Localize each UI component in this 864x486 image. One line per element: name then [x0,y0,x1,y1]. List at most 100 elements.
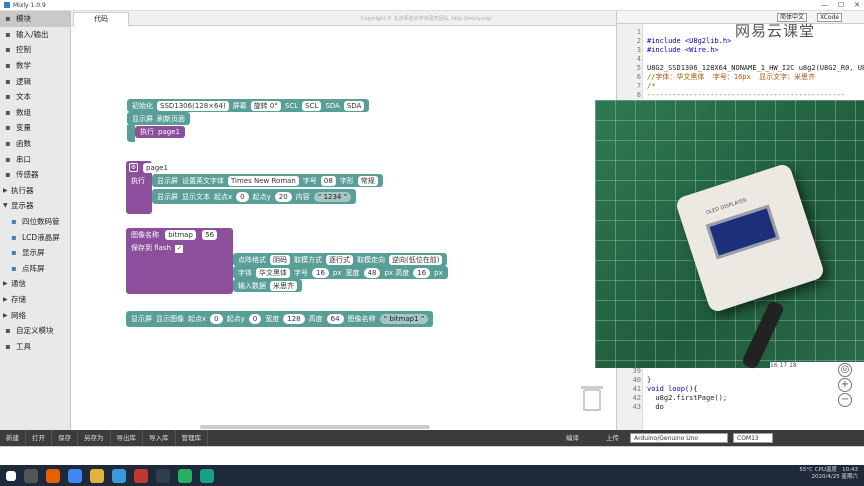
oled-init-block[interactable]: 初始化 SSD1306(128×64) 屏幕 旋转 0° SCL SCL SDA… [127,99,370,112]
input-data-row[interactable]: 输入数据 米思齐 [233,279,302,292]
code-line[interactable]: 8 ---------------------------------------… [617,91,864,100]
trash-icon[interactable] [581,386,603,411]
x-input[interactable]: 0 [236,191,249,202]
font-dropdown[interactable]: 华文黑体 [256,267,290,278]
save-flash-checkbox[interactable]: ✓ [175,245,184,253]
toolbar-button-6[interactable]: 管理库 [176,430,208,446]
video-icon[interactable] [134,468,148,483]
sidebar-item-0[interactable]: ▪ 模块 [0,11,70,27]
tab-code[interactable]: 代码 [73,12,129,26]
height-input[interactable]: 16 [413,267,431,278]
model-dropdown[interactable]: SSD1306(128×64) [157,100,229,111]
folder-icon[interactable] [90,468,104,483]
sidebar-item-6[interactable]: ▪ 数组 [0,105,70,121]
camtasia-icon[interactable] [178,468,192,483]
show-text-block[interactable]: 显示屏 显示文本 起点x 0 起点y 20 内容 “ 1234 ” [152,189,357,204]
sidebar-item-5[interactable]: ▪ 文本 [0,89,70,105]
width-input[interactable]: 128 [283,314,305,324]
code-line[interactable]: 43 do [617,403,864,412]
workspace-scrollbar[interactable] [200,425,430,429]
ide-select[interactable]: XCode [817,13,843,22]
sidebar-item-4[interactable]: ▪ 逻辑 [0,73,70,89]
toolbar-button-1[interactable]: 打开 [26,430,52,446]
code-line[interactable]: 4 [617,55,864,64]
zoom-out-icon[interactable]: − [838,393,852,407]
expand-arrow-icon[interactable]: ▶ [3,280,11,287]
y-input[interactable]: 20 [274,191,292,202]
sidebar-item-20[interactable]: ▪ 自定义模块 [0,323,70,339]
chrome-icon[interactable] [68,468,82,483]
code-line[interactable]: 3 #include <Wire.h> [617,46,864,55]
bitmap-define-block[interactable]: 图像名称 bitmap 56 保存到 flash ✓ [126,228,233,294]
zoom-reset-icon[interactable]: ◎ [838,363,852,377]
mode-dropdown[interactable]: 逐行式 [326,254,353,265]
upload-button[interactable]: 上传 [600,430,625,446]
toolbar-button-5[interactable]: 导入库 [143,430,176,446]
arduino-icon[interactable] [200,468,214,483]
scl-dropdown[interactable]: SCL [302,100,322,111]
height-input[interactable]: 64 [326,314,344,324]
rotate-dropdown[interactable]: 旋转 0° [250,100,281,111]
size-dropdown[interactable]: 08 [320,175,336,186]
sidebar-item-7[interactable]: ▪ 变量 [0,120,70,136]
width-input[interactable]: 48 [363,267,381,278]
refresh-page-block[interactable]: 显示屏 刷新页面 [127,112,190,125]
code-line[interactable]: 6 //字体：华文黑体 字号：16px 显示文字：米思齐 [617,73,864,82]
set-font-block[interactable]: 显示屏 设置英文字体 Times New Roman 字号 08 字形 常规 [152,174,383,187]
format-dropdown[interactable]: 阴码 [270,254,290,265]
sidebar-item-8[interactable]: ▪ 函数 [0,136,70,152]
code-line[interactable]: 41 void loop(){ [617,385,864,394]
sidebar-item-16[interactable]: ▪ 点阵屏 [0,261,70,277]
expand-arrow-icon[interactable]: ▶ [3,312,11,319]
toolbar-button-4[interactable]: 导出库 [111,430,143,446]
sidebar-item-14[interactable]: ▪ LCD液晶屏 [0,229,70,245]
sidebar-item-18[interactable]: ▶ 存储 [0,292,70,308]
windows-start-icon[interactable] [6,470,16,481]
minimize-button[interactable]: — [821,1,828,9]
style-dropdown[interactable]: 常规 [357,175,378,186]
port-select[interactable]: COM13 [733,433,773,443]
board-select[interactable]: Arduino/Genuino Uno [630,433,728,443]
bitmap-count-field[interactable]: 56 [202,230,218,240]
explorer-icon[interactable] [24,468,38,483]
code-line[interactable]: 42 u8g2.firstPage(); [617,394,864,403]
sidebar-item-15[interactable]: ▪ 显示屏 [0,245,70,261]
page1-name-field[interactable]: page1 [143,163,171,173]
mixly-icon[interactable] [112,468,126,483]
code-line[interactable]: 5 U8G2_SSD1306_128X64_NONAME_1_HW_I2C u8g… [617,64,864,73]
toolbar-button-0[interactable]: 新建 [0,430,26,446]
font-dropdown[interactable]: Times New Roman [228,175,299,186]
font-bitmap-block[interactable]: 点阵格式 阴码 取模方式 逐行式 取模走向 逆向(低位在前) [233,253,448,266]
sidebar-item-9[interactable]: ▪ 串口 [0,151,70,167]
sidebar-item-2[interactable]: ▪ 控制 [0,42,70,58]
content-string[interactable]: “ 1234 ” [313,191,352,202]
exec-page-block[interactable]: 执行 page1 [135,126,185,138]
sidebar-item-21[interactable]: ▪ 工具 [0,338,70,354]
firefox-icon[interactable] [46,468,60,483]
expand-arrow-icon[interactable]: ▼ [3,202,11,209]
sidebar-item-10[interactable]: ▪ 传感器 [0,167,70,183]
image-name-string[interactable]: “ bitmap1 ” [379,314,429,324]
sidebar-item-19[interactable]: ▶ 网络 [0,307,70,323]
toolbar-button-3[interactable]: 另存为 [78,430,111,446]
expand-arrow-icon[interactable]: ▶ [3,187,11,194]
zoom-in-icon[interactable]: + [838,378,852,392]
toolbar-button-2[interactable]: 保存 [52,430,78,446]
sidebar-item-3[interactable]: ▪ 数学 [0,58,70,74]
terminal-icon[interactable] [156,468,170,483]
sidebar-item-1[interactable]: ▪ 输入/输出 [0,27,70,43]
close-button[interactable]: ✕ [854,1,860,9]
expand-arrow-icon[interactable]: ▶ [3,296,11,303]
font-size-row[interactable]: 字体 华文黑体 字号 16 px 宽度 48 px 高度 16 px [233,266,448,279]
code-line[interactable]: 40} [617,376,864,385]
sda-dropdown[interactable]: SDA [343,100,365,111]
bitmap-name-field[interactable]: bitmap [165,230,196,240]
input-data-field[interactable]: 米思齐 [270,280,297,291]
gear-icon[interactable]: ⚙ [129,163,138,172]
code-line[interactable]: 7 /* [617,82,864,91]
sidebar-item-17[interactable]: ▶ 通信 [0,276,70,292]
block-workspace[interactable]: 初始化 SSD1306(128×64) 屏幕 旋转 0° SCL SCL SDA… [71,26,616,430]
show-image-block[interactable]: 显示屏 显示图像 起点x 0 起点y 0 宽度 128 高度 64 图像名称 “… [126,311,434,327]
direction-dropdown[interactable]: 逆向(低位在前) [389,254,443,265]
y-input[interactable]: 0 [248,314,262,324]
